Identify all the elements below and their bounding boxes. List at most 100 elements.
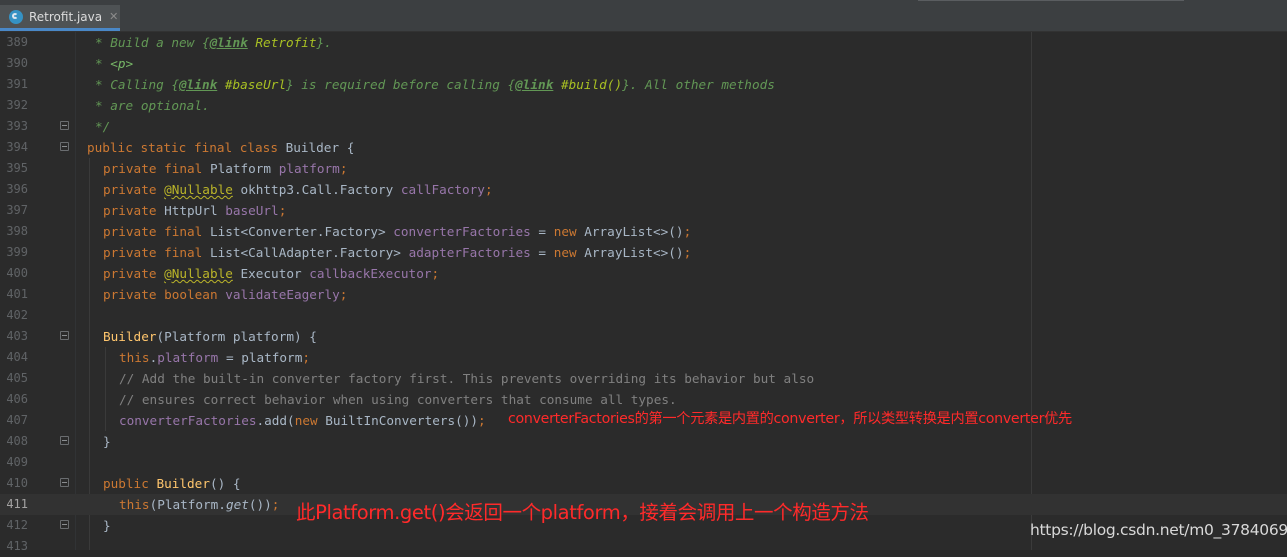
code-token: Builder { <box>285 140 355 155</box>
code-line[interactable]: 410 public Builder() { <box>0 473 1287 494</box>
code-token: Builder <box>156 476 210 491</box>
code-line[interactable]: 405 // Add the built-in converter factory… <box>0 368 1287 389</box>
code-token: ; <box>683 224 692 239</box>
code-token: ; <box>431 266 440 281</box>
code-token: Builder <box>103 329 157 344</box>
code-token: callFactory <box>400 182 485 197</box>
line-number: 391 <box>6 77 28 91</box>
code-token: .add( <box>256 413 295 428</box>
line-number: 404 <box>6 350 28 364</box>
line-number: 409 <box>6 455 28 469</box>
line-number: 407 <box>6 413 28 427</box>
code-line[interactable]: 396 private @Nullable okhttp3.Call.Factor… <box>0 179 1287 200</box>
code-line[interactable]: 390 * <p> <box>0 53 1287 74</box>
code-token: }. <box>316 35 332 50</box>
code-token: List<Converter.Factory> <box>209 224 394 239</box>
code-text: // ensures correct behavior when using c… <box>119 389 677 410</box>
code-token: } <box>103 434 111 449</box>
code-token: }. All other methods <box>622 77 775 92</box>
code-line[interactable]: 401 private boolean validateEagerly; <box>0 284 1287 305</box>
annotation-platform-note: 此Platform.get()会返回一个platform，接着会调用上一个构造方… <box>296 501 869 524</box>
code-token: #baseUrl <box>217 77 286 92</box>
code-token: adapterFactories <box>408 245 531 260</box>
code-token: public static final class <box>87 140 286 155</box>
toolbar-divider <box>918 0 1184 1</box>
code-token: * Build a new { <box>95 35 210 50</box>
code-token: private final <box>103 161 210 176</box>
code-text: public static final class Builder { <box>87 137 354 158</box>
line-number: 396 <box>6 182 28 196</box>
class-c-icon <box>9 9 23 24</box>
line-number: 405 <box>6 371 28 385</box>
code-line[interactable]: 397 private HttpUrl baseUrl; <box>0 200 1287 221</box>
code-line[interactable]: 395 private final Platform platform; <box>0 158 1287 179</box>
code-text: private boolean validateEagerly; <box>103 284 347 305</box>
code-line[interactable]: 399 private final List<CallAdapter.Factor… <box>0 242 1287 263</box>
code-token: ; <box>478 413 486 428</box>
fold-toggle-icon[interactable] <box>60 436 69 445</box>
code-text: this(Platform.get()); <box>119 494 279 515</box>
code-token: (Platform platform) { <box>156 329 317 344</box>
code-line[interactable]: 409 <box>0 452 1287 473</box>
code-token: () { <box>209 476 241 491</box>
code-text: } <box>103 431 111 452</box>
line-number: 394 <box>6 140 28 154</box>
code-text: this.platform = platform; <box>119 347 310 368</box>
fold-toggle-icon[interactable] <box>60 478 69 487</box>
line-number: 403 <box>6 329 28 343</box>
line-number: 408 <box>6 434 28 448</box>
fold-toggle-icon[interactable] <box>60 331 69 340</box>
code-token: private final <box>103 224 210 239</box>
code-token: private <box>103 182 165 197</box>
code-line[interactable]: 400 private @Nullable Executor callbackEx… <box>0 263 1287 284</box>
code-line[interactable]: 391 * Calling {@link #baseUrl} is require… <box>0 74 1287 95</box>
code-token: validateEagerly <box>225 287 340 302</box>
line-number: 390 <box>6 56 28 70</box>
line-number: 393 <box>6 119 28 133</box>
code-line[interactable]: 389 * Build a new {@link Retrofit}. <box>0 32 1287 53</box>
code-text: private final List<CallAdapter.Factory> … <box>103 242 691 263</box>
code-line[interactable]: 406 // ensures correct behavior when usin… <box>0 389 1287 410</box>
code-token: ; <box>302 350 310 365</box>
code-line[interactable]: 403 Builder(Platform platform) { <box>0 326 1287 347</box>
code-text: private final List<Converter.Factory> co… <box>103 221 691 242</box>
code-line[interactable]: 393 */ <box>0 116 1287 137</box>
code-text: private @Nullable Executor callbackExecu… <box>103 263 439 284</box>
code-token: ; <box>339 161 348 176</box>
code-token: #build() <box>553 77 623 92</box>
line-number: 401 <box>6 287 28 301</box>
line-number: 398 <box>6 224 28 238</box>
code-text: private @Nullable okhttp3.Call.Factory c… <box>103 179 493 200</box>
code-line[interactable]: 413 <box>0 536 1287 557</box>
code-token: Platform <box>209 161 279 176</box>
line-number: 397 <box>6 203 28 217</box>
code-line[interactable]: 408} <box>0 431 1287 452</box>
code-text: // Add the built-in converter factory fi… <box>119 368 814 389</box>
line-number: 411 <box>6 497 28 511</box>
code-token: this <box>119 350 150 365</box>
code-token: platform <box>157 350 219 365</box>
fold-toggle-icon[interactable] <box>60 520 69 529</box>
code-token: @Nullable <box>164 266 233 281</box>
code-line[interactable]: 404 this.platform = platform; <box>0 347 1287 368</box>
code-line[interactable]: 398 private final List<Converter.Factory>… <box>0 221 1287 242</box>
tab-retrofit-java[interactable]: Retrofit.java ✕ <box>0 5 120 31</box>
code-line[interactable]: 394 public static final class Builder { <box>0 137 1287 158</box>
code-line[interactable]: 402 <box>0 305 1287 326</box>
code-token: @link <box>209 35 248 50</box>
fold-toggle-icon[interactable] <box>60 121 69 130</box>
line-number: 395 <box>6 161 28 175</box>
code-token: = platform <box>218 350 303 365</box>
code-line[interactable]: 392 * are optional. <box>0 95 1287 116</box>
code-text: private final Platform platform; <box>103 158 347 179</box>
code-token: callbackExecutor <box>309 266 432 281</box>
fold-toggle-icon[interactable] <box>60 142 69 151</box>
code-token: * <box>95 56 111 71</box>
code-token: */ <box>95 119 111 134</box>
close-icon[interactable]: ✕ <box>109 10 118 23</box>
line-number: 402 <box>6 308 28 322</box>
code-token: <p> <box>110 56 134 71</box>
code-token: } is required before calling { <box>285 77 516 92</box>
code-token: this <box>119 497 150 512</box>
code-text: converterFactories.add(new BuiltInConver… <box>119 410 486 431</box>
